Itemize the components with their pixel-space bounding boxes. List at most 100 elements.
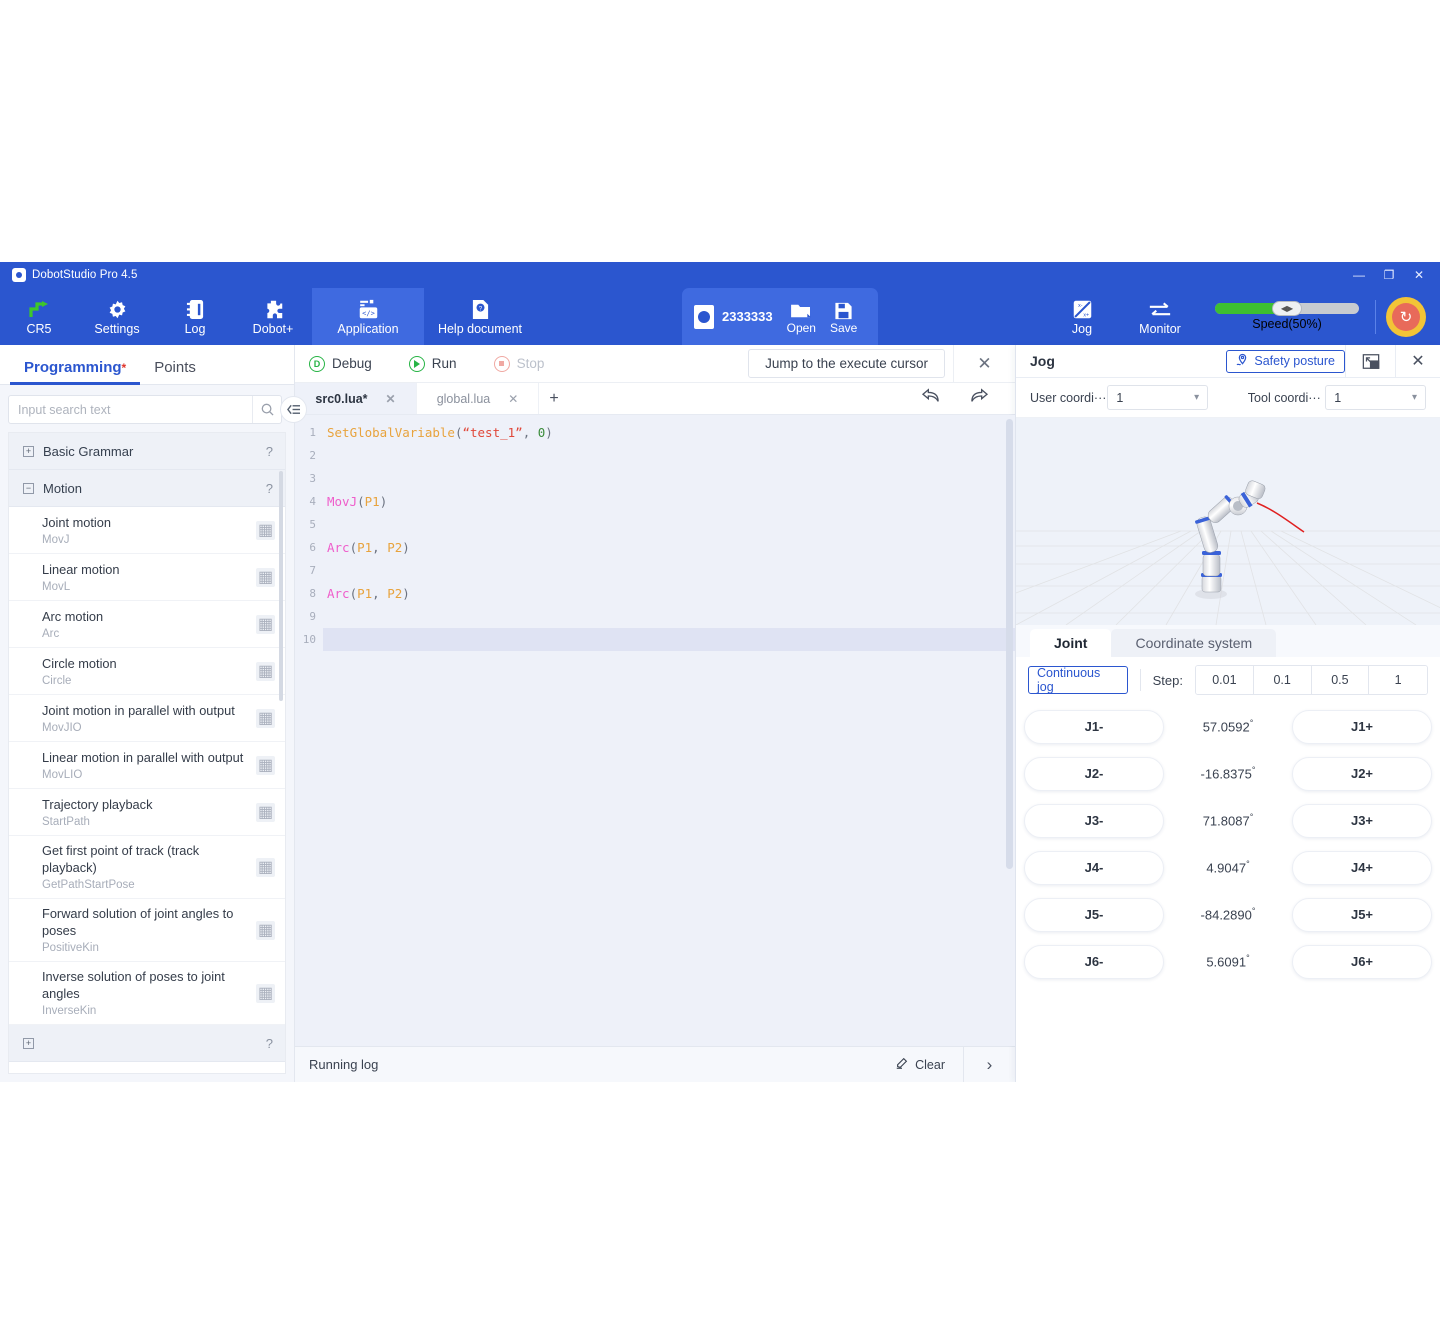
jump-to-cursor-button[interactable]: Jump to the execute cursor — [748, 349, 945, 378]
close-window-button[interactable]: ✕ — [1404, 262, 1434, 288]
group-basic-grammar[interactable]: + Basic Grammar ? — [9, 433, 285, 470]
robot-3d-viewport[interactable] — [1016, 418, 1440, 625]
code-line — [323, 559, 1015, 582]
close-tab-icon[interactable]: ✕ — [508, 392, 518, 406]
collapse-panel-button[interactable] — [280, 396, 307, 423]
group-next-partial[interactable]: +? — [9, 1025, 285, 1062]
close-jog-panel-button[interactable]: ✕ — [1395, 345, 1440, 378]
dock-icon[interactable] — [1345, 345, 1395, 378]
open-button[interactable]: Open — [787, 298, 816, 335]
expand-log-button[interactable]: › — [963, 1047, 1015, 1083]
debug-button[interactable]: D Debug — [309, 356, 387, 372]
toolbar-item-jog[interactable]: x-x+ Jog — [1043, 298, 1121, 336]
code-editor[interactable]: 1 2 3 4 5 6 7 8 9 10 SetGlobalVariable(“… — [295, 415, 1015, 1046]
insert-command-icon[interactable]: ▦ — [256, 984, 275, 1003]
editor-scrollbar[interactable] — [1006, 419, 1013, 869]
close-editor-button[interactable]: ✕ — [953, 345, 1015, 383]
joint-j2-plus-button[interactable]: J2+ — [1292, 757, 1432, 791]
joint-j3-plus-button[interactable]: J3+ — [1292, 804, 1432, 838]
tab-coordinate-system[interactable]: Coordinate system — [1111, 629, 1276, 657]
step-option-0-1[interactable]: 0.1 — [1254, 666, 1312, 694]
step-option-0-01[interactable]: 0.01 — [1196, 666, 1254, 694]
new-tab-button[interactable]: + — [539, 383, 569, 414]
file-tab-global[interactable]: global.lua ✕ — [417, 383, 539, 414]
code-text-area[interactable]: SetGlobalVariable(“test_1”, 0) MovJ(P1) … — [323, 415, 1015, 1046]
list-item[interactable]: Arc motionArc▦ — [9, 601, 285, 648]
search-icon[interactable] — [252, 396, 281, 423]
joint-j2-minus-button[interactable]: J2- — [1024, 757, 1164, 791]
joint-j5-plus-button[interactable]: J5+ — [1292, 898, 1432, 932]
undo-icon[interactable] — [921, 388, 941, 409]
toolbar-item-settings[interactable]: Settings — [78, 288, 156, 345]
tab-joint[interactable]: Joint — [1030, 629, 1111, 657]
list-item[interactable]: Inverse solution of poses to joint angle… — [9, 962, 285, 1025]
joint-j3-minus-button[interactable]: J3- — [1024, 804, 1164, 838]
insert-command-icon[interactable]: ▦ — [256, 921, 275, 940]
list-item[interactable]: Joint motion in parallel with outputMovJ… — [9, 695, 285, 742]
insert-command-icon[interactable]: ▦ — [256, 568, 275, 587]
insert-command-icon[interactable]: ▦ — [256, 615, 275, 634]
help-question-icon[interactable]: ? — [266, 444, 273, 459]
code-line — [323, 605, 1015, 628]
list-item[interactable]: Forward solution of joint angles to pose… — [9, 899, 285, 962]
search-box[interactable] — [8, 395, 282, 424]
group-motion[interactable]: − Motion ? — [9, 470, 285, 507]
collapse-toggle-icon[interactable]: − — [23, 483, 34, 494]
clear-log-button[interactable]: Clear — [895, 1056, 963, 1073]
joint-j4-plus-button[interactable]: J4+ — [1292, 851, 1432, 885]
insert-command-icon[interactable]: ▦ — [256, 803, 275, 822]
step-option-0-5[interactable]: 0.5 — [1312, 666, 1370, 694]
speed-slider-knob[interactable]: ◀▶ — [1272, 301, 1302, 316]
list-item[interactable]: Linear motion in parallel with outputMov… — [9, 742, 285, 789]
close-tab-icon[interactable]: ✕ — [386, 392, 396, 406]
tab-programming[interactable]: Programming* — [10, 359, 140, 384]
search-input[interactable] — [9, 403, 252, 417]
list-item[interactable]: Linear motionMovL▦ — [9, 554, 285, 601]
toolbar-item-help-document[interactable]: ? Help document — [424, 288, 536, 345]
speed-slider[interactable]: ◀▶ — [1215, 303, 1359, 314]
continuous-jog-button[interactable]: Continuous jog — [1028, 666, 1128, 694]
expand-toggle-icon[interactable]: + — [23, 1038, 34, 1049]
joint-j6-plus-button[interactable]: J6+ — [1292, 945, 1432, 979]
safety-posture-button[interactable]: Safety posture — [1226, 350, 1345, 373]
joint-j1-minus-button[interactable]: J1- — [1024, 710, 1164, 744]
file-tab-src0[interactable]: src0.lua* ✕ — [295, 383, 417, 414]
tool-coordinate-select[interactable]: 1 ▾ — [1325, 385, 1426, 410]
list-item[interactable]: Trajectory playbackStartPath ▦ — [9, 789, 285, 836]
toolbar-item-dobot-plus[interactable]: Dobot+ — [234, 288, 312, 345]
minimize-button[interactable]: — — [1344, 262, 1374, 288]
list-item[interactable]: Circle motionCircle▦ — [9, 648, 285, 695]
run-button[interactable]: Run — [409, 356, 472, 372]
insert-command-icon[interactable]: ▦ — [256, 521, 275, 540]
list-item[interactable]: Joint motionMovJ▦ — [9, 507, 285, 554]
joint-j5-minus-button[interactable]: J5- — [1024, 898, 1164, 932]
help-question-icon[interactable]: ? — [266, 481, 273, 496]
stop-button[interactable]: Stop — [494, 356, 560, 372]
user-coordinate-select[interactable]: 1 ▾ — [1107, 385, 1208, 410]
insert-command-icon[interactable]: ▦ — [256, 662, 275, 681]
help-question-icon[interactable]: ? — [266, 1036, 273, 1051]
list-item-name: Get first point of track (track playback… — [42, 842, 254, 876]
emergency-stop-button[interactable]: ↻ — [1386, 297, 1426, 337]
insert-command-icon[interactable]: ▦ — [256, 756, 275, 775]
step-option-1[interactable]: 1 — [1369, 666, 1427, 694]
list-item[interactable]: Get first point of track (track playback… — [9, 836, 285, 899]
toolbar-item-monitor[interactable]: Monitor — [1121, 298, 1199, 336]
toolbar-item-application[interactable]: </> Application — [312, 288, 424, 345]
toolbar-item-cr5[interactable]: CR5 — [0, 288, 78, 345]
joint-j1-plus-button[interactable]: J1+ — [1292, 710, 1432, 744]
tab-points[interactable]: Points — [140, 359, 210, 384]
insert-command-icon[interactable]: ▦ — [256, 709, 275, 728]
joint-j6-minus-button[interactable]: J6- — [1024, 945, 1164, 979]
restore-button[interactable]: ❐ — [1374, 262, 1404, 288]
save-button[interactable]: Save — [830, 298, 857, 335]
current-project[interactable]: 2333333 — [694, 305, 773, 329]
joint-j4-minus-button[interactable]: J4- — [1024, 851, 1164, 885]
list-item-text: Trajectory playbackStartPath — [42, 796, 152, 829]
insert-command-icon[interactable]: ▦ — [256, 858, 275, 877]
redo-icon[interactable] — [969, 388, 989, 409]
toolbar-item-log[interactable]: Log — [156, 288, 234, 345]
list-scrollbar[interactable] — [279, 471, 283, 701]
expand-toggle-icon[interactable]: + — [23, 446, 34, 457]
speed-control[interactable]: ◀▶ Speed(50%) — [1199, 303, 1375, 331]
